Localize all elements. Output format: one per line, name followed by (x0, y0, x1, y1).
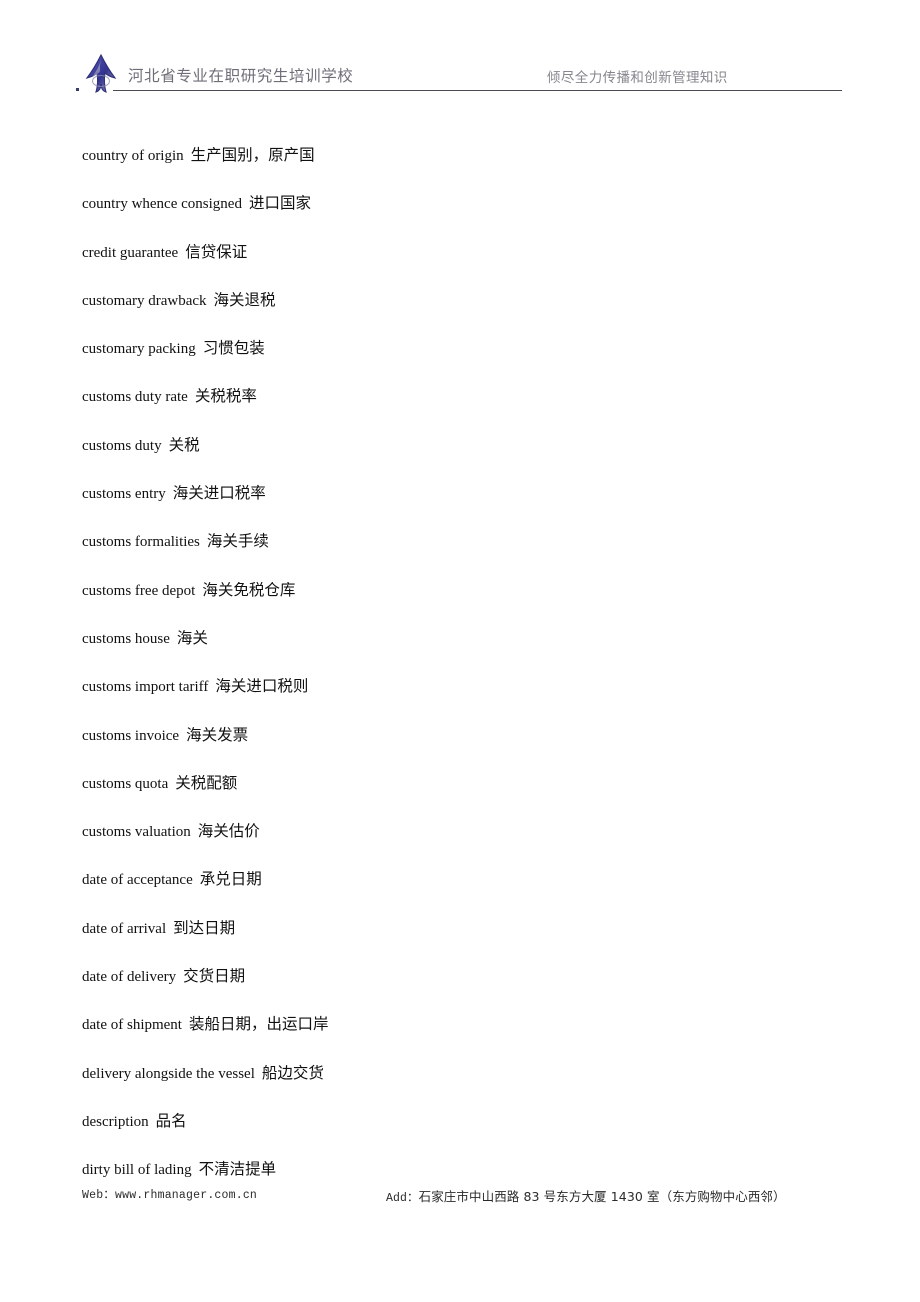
glossary-translation: 海关 (176, 629, 208, 647)
header-slogan: 倾尽全力传播和创新管理知识 (547, 70, 728, 85)
glossary-row: customary packing 习惯包装 (82, 339, 862, 387)
glossary-row: customs valuation 海关估价 (82, 822, 862, 870)
glossary-translation: 海关发票 (186, 726, 249, 744)
glossary-row: date of shipment 装船日期，出运口岸 (82, 1015, 862, 1063)
glossary-translation: 交货日期 (183, 968, 246, 986)
glossary-term: customs house (82, 630, 170, 647)
glossary-translation: 海关估价 (197, 823, 260, 841)
glossary-term: customs duty rate (82, 389, 188, 406)
glossary-term: date of shipment (82, 1017, 182, 1034)
glossary-term: customs formalities (82, 534, 200, 551)
footer-address-label: Add： (386, 1192, 419, 1205)
glossary-row: customs invoice 海关发票 (82, 726, 862, 774)
glossary-term: date of acceptance (82, 872, 193, 889)
glossary-term: credit guarantee (82, 244, 179, 261)
glossary-translation: 生产国别，原产国 (190, 147, 315, 164)
glossary-translation: 进口国家 (248, 195, 311, 213)
glossary-row: customs import tariff 海关进口税则 (82, 677, 862, 725)
glossary-term: customs duty (82, 437, 162, 454)
glossary-translation: 关税 (168, 436, 200, 454)
glossary-row: customary drawback 海关退税 (82, 291, 862, 339)
document-page: 河北省专业在职研究生培训学校 倾尽全力传播和创新管理知识 country of … (0, 0, 920, 1302)
glossary-row: date of arrival 到达日期 (82, 919, 862, 967)
glossary-translation: 到达日期 (173, 919, 236, 937)
glossary-translation: 海关进口税则 (215, 678, 309, 696)
glossary-translation: 品名 (155, 1112, 187, 1130)
glossary-row: country whence consigned 进口国家 (82, 194, 862, 242)
glossary-translation: 关税配额 (175, 774, 238, 792)
glossary-row: country of origin 生产国别，原产国 (82, 146, 862, 194)
glossary-translation: 不清洁提单 (198, 1161, 277, 1179)
glossary-term: date of arrival (82, 920, 167, 937)
glossary-row: description 品名 (82, 1112, 862, 1160)
glossary-row: customs formalities 海关手续 (82, 532, 862, 580)
footer-website: Web：www.rhmanager.com.cn (82, 1189, 258, 1202)
glossary-row: customs quota 关税配额 (82, 774, 862, 822)
glossary-term: customs entry (82, 486, 166, 503)
glossary-row: date of acceptance 承兑日期 (82, 870, 862, 918)
glossary-term: dirty bill of lading (82, 1162, 192, 1179)
glossary-list: country of origin 生产国别，原产国 country whence … (82, 146, 862, 1209)
glossary-translation: 装船日期，出运口岸 (188, 1016, 329, 1034)
glossary-translation: 海关退税 (213, 291, 276, 309)
glossary-term: description (82, 1113, 149, 1130)
glossary-translation: 海关进口税率 (172, 485, 266, 503)
glossary-row: customs entry 海关进口税率 (82, 484, 862, 532)
glossary-term: customs invoice (82, 727, 180, 744)
glossary-row: delivery alongside the vessel 船边交货 (82, 1064, 862, 1112)
glossary-translation: 信贷保证 (185, 243, 248, 261)
glossary-term: country of origin (82, 148, 184, 164)
glossary-term: customs valuation (82, 824, 191, 841)
glossary-term: customs import tariff (82, 679, 209, 696)
glossary-translation: 船边交货 (261, 1064, 324, 1082)
footer-address: Add：石家庄市中山西路 83 号东方大厦 1430 室（东方购物中心西邻） (386, 1186, 786, 1205)
glossary-row: date of delivery 交货日期 (82, 967, 862, 1015)
document-footer: Web：www.rhmanager.com.cn Add：石家庄市中山西路 83… (0, 1186, 920, 1216)
header-school-name: 河北省专业在职研究生培训学校 (128, 68, 354, 85)
glossary-row: customs house 海关 (82, 629, 862, 677)
footer-address-value: 石家庄市中山西路 83 号东方大厦 1430 室（东方购物中心西邻） (418, 1189, 786, 1204)
glossary-row: customs duty 关税 (82, 436, 862, 484)
glossary-term: date of delivery (82, 969, 177, 986)
glossary-translation: 海关免税仓库 (202, 581, 296, 599)
glossary-term: customs free depot (82, 582, 196, 599)
header-divider (113, 90, 842, 91)
document-header: 河北省专业在职研究生培训学校 倾尽全力传播和创新管理知识 (0, 0, 920, 100)
glossary-translation: 海关手续 (206, 533, 269, 551)
glossary-row: customs duty rate 关税税率 (82, 387, 862, 435)
glossary-row: credit guarantee 信贷保证 (82, 243, 862, 291)
glossary-translation: 承兑日期 (199, 871, 262, 889)
glossary-term: customs quota (82, 775, 169, 792)
glossary-term: customary packing (82, 341, 196, 358)
glossary-row: customs free depot 海关免税仓库 (82, 581, 862, 629)
glossary-term: customary drawback (82, 292, 207, 309)
glossary-term: country whence consigned (82, 196, 242, 213)
glossary-translation: 关税税率 (194, 388, 257, 406)
glossary-term: delivery alongside the vessel (82, 1065, 255, 1082)
glossary-translation: 习惯包装 (202, 340, 265, 358)
